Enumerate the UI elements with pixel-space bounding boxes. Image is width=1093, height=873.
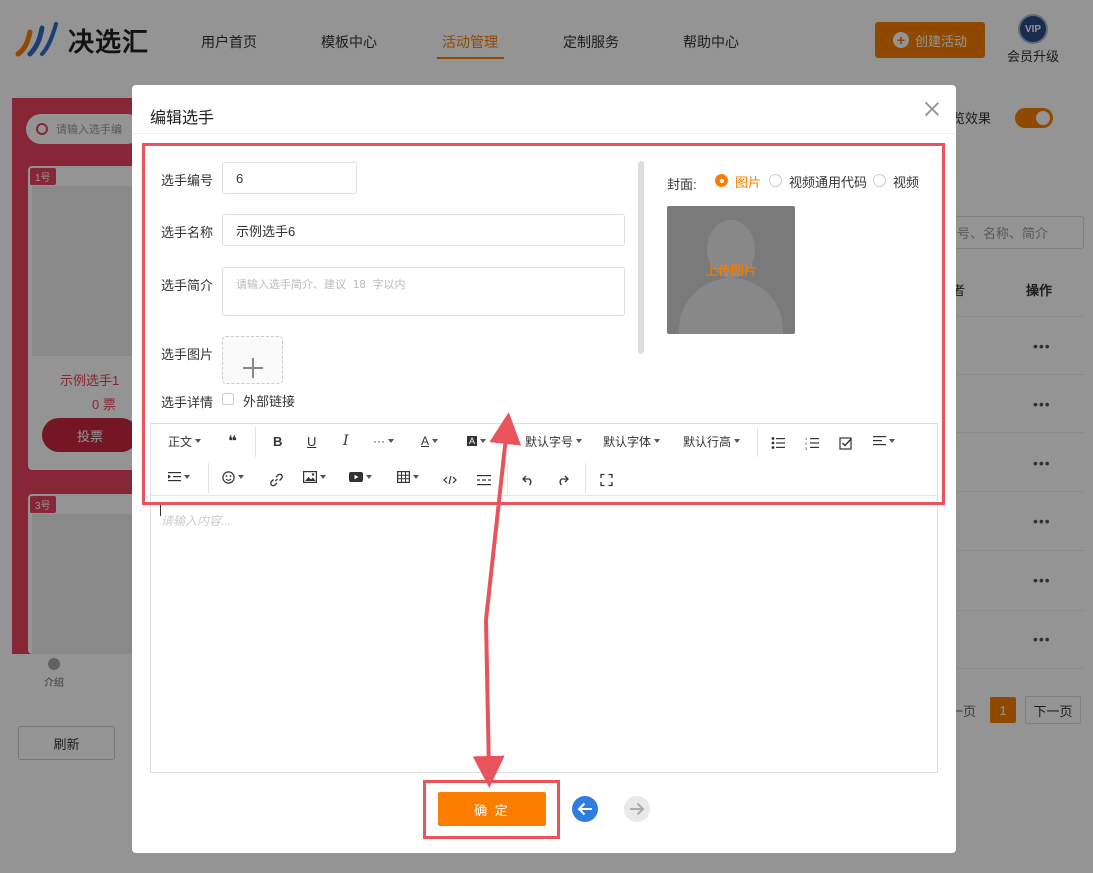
annotation-highlight-form (142, 143, 945, 505)
close-icon[interactable] (922, 99, 942, 119)
annotation-highlight-confirm (423, 780, 560, 839)
dialog-divider (132, 133, 956, 134)
editor-placeholder[interactable]: 请输入内容... (161, 512, 231, 529)
previous-player-button[interactable] (572, 796, 598, 822)
modal-backdrop-top (0, 0, 1093, 80)
dialog-title: 编辑选手 (150, 110, 215, 127)
arrow-left-icon (577, 802, 592, 816)
next-player-button[interactable] (624, 796, 650, 822)
arrow-right-icon (630, 802, 645, 816)
